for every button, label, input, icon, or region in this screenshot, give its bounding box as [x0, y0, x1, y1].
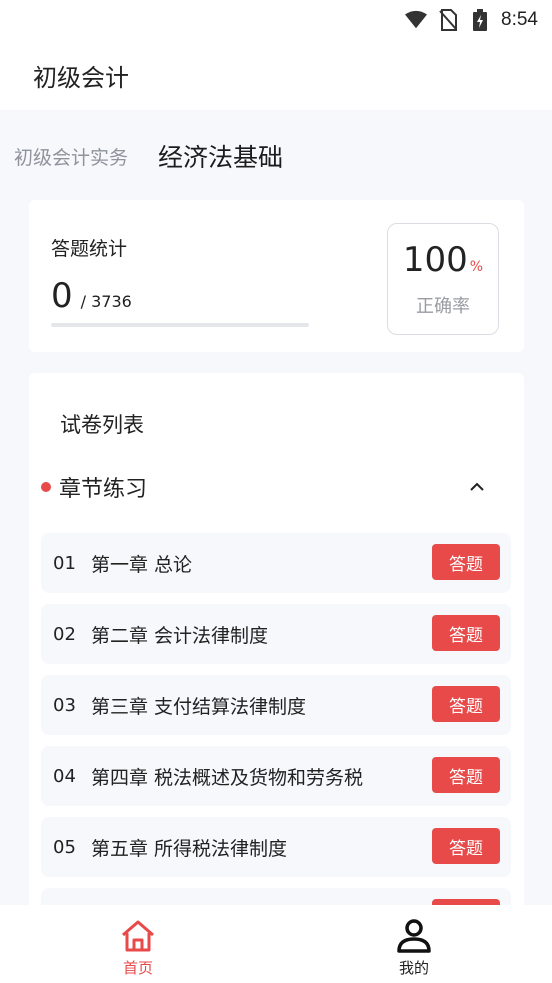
page-title: 初级会计	[33, 63, 129, 92]
chapter-title: 第四章 税法概述及货物和劳务税	[91, 766, 364, 789]
bottom-nav: 首页 我的	[0, 905, 552, 983]
list-item[interactable]: 05 第五章 所得税法律制度 答题	[41, 817, 511, 877]
nav-mine-label: 我的	[398, 959, 429, 977]
list-item[interactable]: 01 第一章 总论 答题	[41, 533, 511, 593]
chapter-number: 01	[53, 552, 76, 574]
nav-home[interactable]: 首页	[0, 905, 276, 983]
section-header-chapter-practice[interactable]: 章节练习	[41, 469, 511, 505]
chapter-title: 第二章 会计法律制度	[91, 624, 269, 647]
list-item[interactable]: 03 第三章 支付结算法律制度 答题	[41, 675, 511, 735]
answer-button[interactable]: 答题	[432, 544, 500, 580]
status-time: 8:54	[501, 9, 538, 30]
accuracy-unit: %	[469, 259, 484, 275]
chapter-title: 第三章 支付结算法律制度	[91, 695, 307, 718]
chapter-list: 01 第一章 总论 答题 02 第二章 会计法律制度 答题 03 第三章 支付结…	[41, 533, 511, 913]
answer-button[interactable]: 答题	[432, 757, 500, 793]
chapter-number: 02	[53, 623, 76, 645]
tab-accounting-practice[interactable]: 初级会计实务	[14, 143, 128, 170]
chapter-number: 04	[53, 765, 76, 787]
accuracy-number: 100	[402, 240, 468, 280]
answer-button[interactable]: 答题	[432, 828, 500, 864]
answered-number: 0	[51, 276, 73, 316]
section-title: 章节练习	[59, 477, 148, 502]
battery-charging-icon	[469, 9, 491, 31]
home-icon	[119, 917, 157, 955]
wifi-icon	[405, 9, 428, 31]
paper-list-card: 试卷列表 章节练习 01 第一章 总论 答题 02 第二章 会计法律制度 答题 …	[29, 373, 524, 913]
total-number: / 3736	[80, 292, 132, 311]
paper-list-title: 试卷列表	[60, 413, 144, 437]
chevron-up-icon[interactable]	[468, 478, 486, 496]
stats-label: 答题统计	[51, 238, 128, 260]
nav-mine[interactable]: 我的	[276, 905, 552, 983]
stats-card: 答题统计 0 / 3736 100 % 正确率	[29, 200, 524, 352]
chapter-number: 05	[53, 836, 76, 858]
chapter-number: 03	[53, 694, 76, 716]
user-icon	[395, 917, 433, 955]
nav-home-label: 首页	[122, 959, 153, 977]
answer-button[interactable]: 答题	[432, 615, 500, 651]
chapter-title: 第五章 所得税法律制度	[91, 837, 288, 860]
progress-bar	[51, 323, 309, 327]
accuracy-box: 100 % 正确率	[387, 223, 499, 335]
status-bar: 8:54	[0, 0, 552, 40]
list-item[interactable]: 02 第二章 会计法律制度 答题	[41, 604, 511, 664]
answer-button[interactable]: 答题	[432, 686, 500, 722]
accuracy-value: 100 %	[403, 240, 483, 280]
list-item[interactable]: 04 第四章 税法概述及货物和劳务税 答题	[41, 746, 511, 806]
chapter-title: 第一章 总论	[91, 553, 193, 576]
app-bar: 初级会计	[0, 40, 552, 110]
section-dot	[41, 482, 51, 492]
subject-tabs: 初级会计实务 经济法基础	[14, 128, 283, 184]
accuracy-label: 正确率	[416, 296, 470, 317]
answered-count: 0 / 3736	[51, 276, 132, 316]
no-sim-icon	[437, 9, 459, 31]
tab-economic-law[interactable]: 经济法基础	[158, 138, 283, 174]
